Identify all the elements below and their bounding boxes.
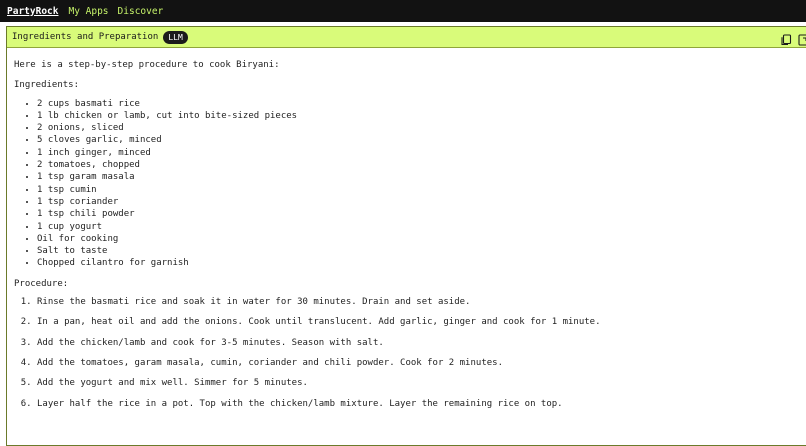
- procedure-step: Rinse the basmati rice and soak it in wa…: [37, 296, 806, 308]
- intro-text: Here is a step-by-step procedure to cook…: [14, 60, 280, 70]
- partyrock-logo-link[interactable]: PartyRock: [7, 6, 58, 17]
- list-item: Chopped cilantro for garnish: [37, 257, 806, 269]
- procedure-step: Add the tomatoes, garam masala, cumin, c…: [37, 357, 806, 369]
- list-item: 1 lb chicken or lamb, cut into bite-size…: [37, 110, 806, 122]
- panel-header: Ingredients and Preparation LLM: [7, 27, 806, 48]
- list-item: 1 tsp coriander: [37, 196, 806, 208]
- list-item: 1 tsp garam masala: [37, 171, 806, 183]
- copy-icon[interactable]: [780, 31, 792, 46]
- procedure-list: Rinse the basmati rice and soak it in wa…: [14, 296, 806, 410]
- ingredients-panel: Ingredients and Preparation LLM Here is …: [6, 26, 806, 446]
- list-item: 1 tsp chili powder: [37, 208, 806, 220]
- list-item: Oil for cooking: [37, 233, 806, 245]
- procedure-step: In a pan, heat oil and add the onions. C…: [37, 316, 806, 328]
- list-item: 2 onions, sliced: [37, 122, 806, 134]
- top-navigation-bar: PartyRock My Apps Discover: [0, 0, 806, 22]
- list-item: 2 cups basmati rice: [37, 98, 806, 110]
- procedure-step: Add the yogurt and mix well. Simmer for …: [37, 377, 806, 389]
- list-item: 1 cup yogurt: [37, 221, 806, 233]
- llm-output-content: Here is a step-by-step procedure to cook…: [7, 48, 806, 410]
- list-item: 2 tomatoes, chopped: [37, 159, 806, 171]
- list-item: 1 inch ginger, minced: [37, 147, 806, 159]
- ingredients-heading: Ingredients:: [14, 80, 80, 91]
- procedure-step: Add the chicken/lamb and cook for 3-5 mi…: [37, 337, 806, 349]
- list-item: 5 cloves garlic, minced: [37, 134, 806, 146]
- nav-my-apps[interactable]: My Apps: [68, 6, 108, 17]
- procedure-heading: Procedure:: [14, 278, 69, 289]
- llm-badge: LLM: [163, 30, 188, 44]
- ingredients-list: 2 cups basmati rice 1 lb chicken or lamb…: [14, 98, 806, 270]
- list-item: Salt to taste: [37, 245, 806, 257]
- panel-title: Ingredients and Preparation: [12, 32, 159, 42]
- procedure-step: Layer half the rice in a pot. Top with t…: [37, 398, 806, 410]
- list-item: 1 tsp cumin: [37, 184, 806, 196]
- nav-discover[interactable]: Discover: [118, 6, 164, 17]
- expand-icon[interactable]: [798, 31, 806, 46]
